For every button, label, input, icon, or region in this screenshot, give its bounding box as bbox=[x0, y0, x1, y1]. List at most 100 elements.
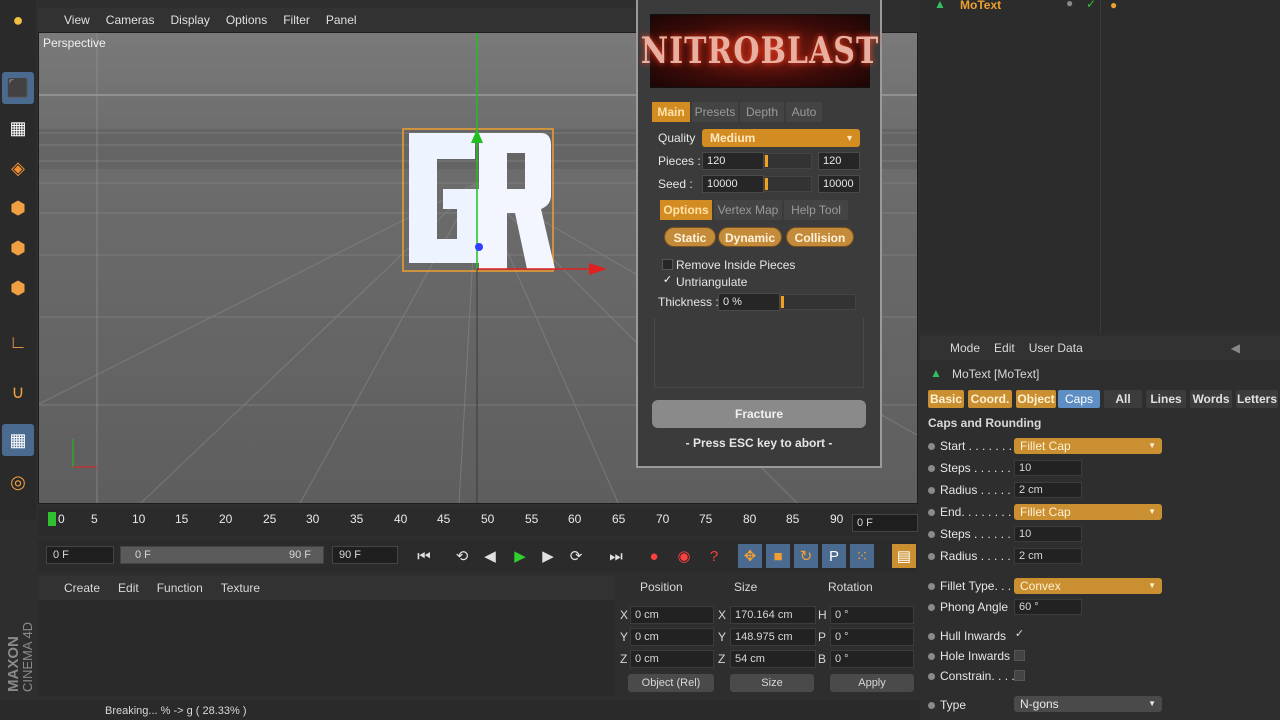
model-mode-icon[interactable]: ⬛ bbox=[2, 72, 34, 104]
timeline-ruler[interactable]: 0 5 10 15 20 25 30 35 40 45 50 55 60 65 … bbox=[38, 508, 918, 536]
position-x-field[interactable]: 0 cm bbox=[630, 606, 714, 624]
parameter-key-icon[interactable]: P bbox=[822, 544, 846, 568]
auto-key-icon[interactable]: ◉ bbox=[672, 544, 696, 568]
start-radius-field[interactable]: 2 cm bbox=[1014, 482, 1082, 498]
quality-dropdown[interactable]: Medium ▼ bbox=[702, 129, 860, 147]
menu-function[interactable]: Function bbox=[157, 581, 203, 595]
animation-dot-icon[interactable] bbox=[928, 443, 935, 450]
subtab-vertex-map[interactable]: Vertex Map bbox=[714, 200, 782, 220]
play-icon[interactable]: ▶ bbox=[508, 544, 532, 568]
phong-angle-field[interactable]: 60 ° bbox=[1014, 599, 1082, 615]
end-steps-field[interactable]: 10 bbox=[1014, 526, 1082, 542]
constrain-checkbox[interactable] bbox=[1014, 670, 1025, 681]
point-level-icon[interactable]: ⁙ bbox=[850, 544, 874, 568]
start-steps-field[interactable]: 10 bbox=[1014, 460, 1082, 476]
animation-dot-icon[interactable] bbox=[928, 553, 935, 560]
animation-dot-icon[interactable] bbox=[928, 465, 935, 472]
position-key-icon[interactable]: ✥ bbox=[738, 544, 762, 568]
size-y-field[interactable]: 148.975 cm bbox=[730, 628, 816, 646]
menu-filter[interactable]: Filter bbox=[283, 13, 310, 27]
animation-dot-icon[interactable] bbox=[928, 509, 935, 516]
tab-basic[interactable]: Basic bbox=[928, 390, 964, 408]
menu-edit[interactable]: Edit bbox=[994, 341, 1015, 355]
animation-dot-icon[interactable] bbox=[928, 653, 935, 660]
tag-icon[interactable]: ● bbox=[1110, 0, 1117, 12]
size-x-field[interactable]: 170.164 cm bbox=[730, 606, 816, 624]
menu-edit[interactable]: Edit bbox=[118, 581, 139, 595]
scale-key-icon[interactable]: ■ bbox=[766, 544, 790, 568]
menu-create[interactable]: Create bbox=[64, 581, 100, 595]
untriangulate-checkbox[interactable]: ✓ bbox=[662, 275, 673, 287]
slider-knob[interactable] bbox=[781, 296, 784, 308]
snap-icon[interactable]: ▦ bbox=[2, 424, 34, 456]
next-key-icon[interactable]: ⟳ bbox=[564, 544, 588, 568]
animation-dot-icon[interactable] bbox=[928, 633, 935, 640]
start-frame-field[interactable]: 0 F bbox=[46, 546, 114, 564]
end-radius-field[interactable]: 2 cm bbox=[1014, 548, 1082, 564]
end-frame-field[interactable]: 90 F bbox=[332, 546, 398, 564]
menu-panel[interactable]: Panel bbox=[326, 13, 357, 27]
prev-frame-icon[interactable]: ◀ bbox=[478, 544, 502, 568]
keyframe-selection-icon[interactable]: ? bbox=[702, 544, 726, 568]
material-area[interactable] bbox=[38, 600, 614, 696]
menu-view[interactable]: View bbox=[64, 13, 90, 27]
back-arrow-icon[interactable]: ◀ bbox=[1231, 341, 1240, 355]
edges-mode-icon[interactable]: ⬢ bbox=[2, 232, 34, 264]
animation-dot-icon[interactable] bbox=[928, 702, 935, 709]
dynamic-button[interactable]: Dynamic bbox=[718, 227, 782, 247]
menu-cameras[interactable]: Cameras bbox=[106, 13, 155, 27]
tab-main[interactable]: Main bbox=[652, 102, 690, 122]
points-mode-icon[interactable]: ⬢ bbox=[2, 192, 34, 224]
menu-user-data[interactable]: User Data bbox=[1029, 341, 1083, 355]
record-icon[interactable]: ● bbox=[642, 544, 666, 568]
tab-presets[interactable]: Presets bbox=[692, 102, 738, 122]
animation-dot-icon[interactable] bbox=[928, 604, 935, 611]
static-button[interactable]: Static bbox=[664, 227, 716, 247]
magnet-icon[interactable]: ∪ bbox=[2, 376, 34, 408]
axis-icon[interactable]: ∟ bbox=[2, 326, 34, 358]
tab-auto[interactable]: Auto bbox=[786, 102, 822, 122]
tab-caps[interactable]: Caps bbox=[1058, 390, 1100, 408]
type-dropdown[interactable]: N-gons ▼ bbox=[1014, 696, 1162, 712]
rotation-key-icon[interactable]: ↻ bbox=[794, 544, 818, 568]
rotation-b-field[interactable]: 0 ° bbox=[830, 650, 914, 668]
texture-mode-icon[interactable]: ▦ bbox=[2, 112, 34, 144]
menu-mode[interactable]: Mode bbox=[950, 341, 980, 355]
polygons-mode-icon[interactable]: ⬢ bbox=[2, 272, 34, 304]
tab-lines[interactable]: Lines bbox=[1146, 390, 1186, 408]
hull-inwards-checkbox[interactable]: ✓ bbox=[1014, 629, 1025, 641]
range-slider[interactable]: 0 F 90 F bbox=[120, 546, 324, 564]
workplane-icon[interactable]: ◈ bbox=[2, 152, 34, 184]
pieces-max-field[interactable]: 120 bbox=[818, 152, 860, 170]
thickness-field[interactable]: 0 % bbox=[718, 293, 780, 311]
menu-texture[interactable]: Texture bbox=[221, 581, 260, 595]
tab-all[interactable]: All bbox=[1104, 390, 1142, 408]
fillet-type-dropdown[interactable]: Convex ▼ bbox=[1014, 578, 1162, 594]
playhead[interactable] bbox=[48, 512, 56, 526]
thickness-slider[interactable] bbox=[780, 294, 856, 310]
tab-letters[interactable]: Letters bbox=[1236, 390, 1278, 408]
coordinate-mode-select[interactable]: Object (Rel) bbox=[628, 674, 714, 692]
size-z-field[interactable]: 54 cm bbox=[730, 650, 816, 668]
subtab-help-tool[interactable]: Help Tool bbox=[784, 200, 848, 220]
tab-words[interactable]: Words bbox=[1190, 390, 1232, 408]
size-mode-select[interactable]: Size bbox=[730, 674, 814, 692]
start-dropdown[interactable]: Fillet Cap ▼ bbox=[1014, 438, 1162, 454]
animation-dot-icon[interactable] bbox=[928, 583, 935, 590]
visibility-icon[interactable]: ● bbox=[1066, 0, 1073, 10]
slider-knob[interactable] bbox=[765, 155, 768, 167]
seed-slider[interactable] bbox=[764, 176, 812, 192]
tab-coord[interactable]: Coord. bbox=[968, 390, 1012, 408]
pieces-field[interactable]: 120 bbox=[702, 152, 764, 170]
subtab-options[interactable]: Options bbox=[660, 200, 712, 220]
current-frame-field[interactable]: 0 F bbox=[852, 514, 918, 532]
timeline-icon[interactable]: ▤ bbox=[892, 544, 916, 568]
animation-dot-icon[interactable] bbox=[928, 487, 935, 494]
menu-options[interactable]: Options bbox=[226, 13, 267, 27]
seed-max-field[interactable]: 10000 bbox=[818, 175, 860, 193]
enabled-check-icon[interactable]: ✓ bbox=[1086, 0, 1096, 11]
animation-dot-icon[interactable] bbox=[928, 531, 935, 538]
fracture-button[interactable]: Fracture bbox=[652, 400, 866, 428]
position-y-field[interactable]: 0 cm bbox=[630, 628, 714, 646]
tab-depth[interactable]: Depth bbox=[740, 102, 784, 122]
